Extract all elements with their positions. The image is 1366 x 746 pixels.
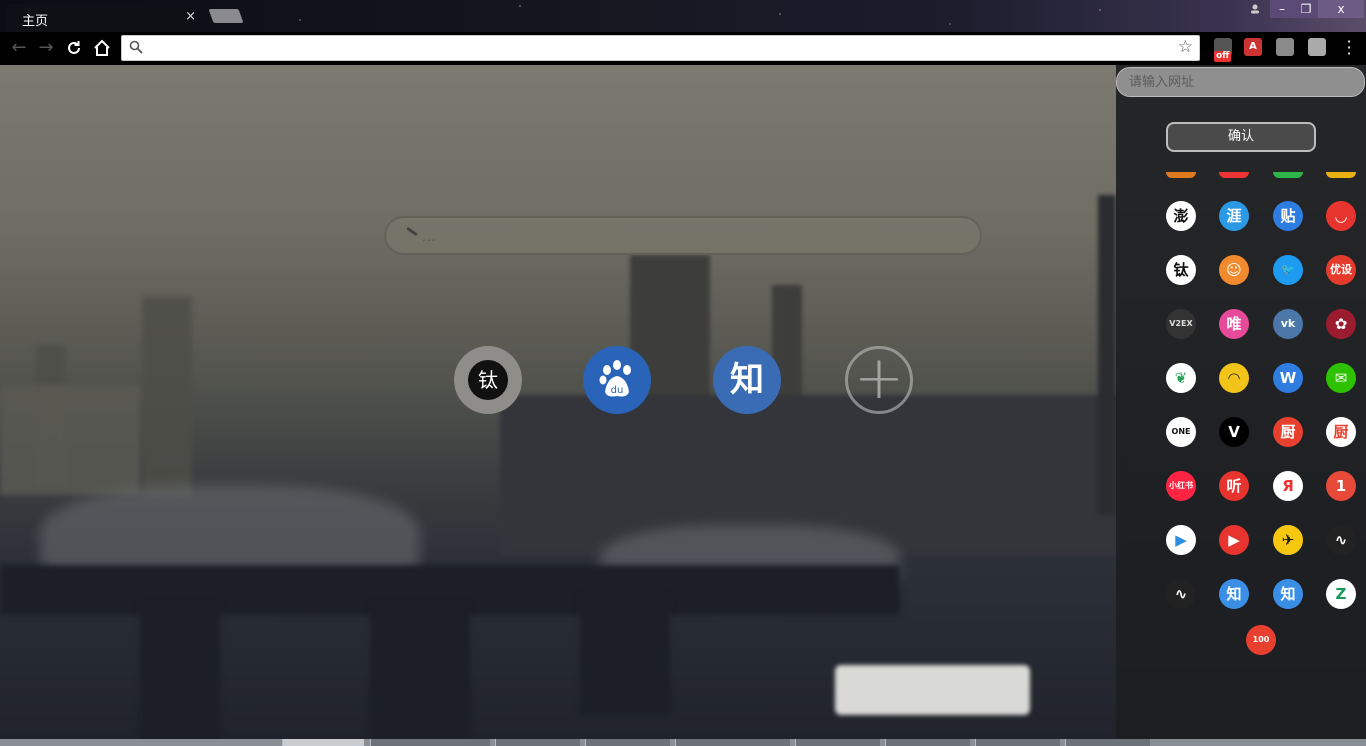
adblock-extension-icon[interactable]: off bbox=[1214, 38, 1232, 62]
app-icon-ya[interactable]: 涯 bbox=[1219, 201, 1249, 231]
taskbar-item[interactable] bbox=[795, 739, 880, 746]
shortcut-ti[interactable]: 钛 bbox=[454, 346, 522, 414]
background-building bbox=[142, 297, 192, 497]
app-icon-rocket[interactable]: ✈ bbox=[1273, 525, 1303, 555]
title-bar: 主页 × – ❐ x bbox=[0, 0, 1366, 32]
app-icon-doodle[interactable]: ✿ bbox=[1326, 309, 1356, 339]
app-icon-twitter[interactable]: 🐦 bbox=[1273, 255, 1303, 285]
app-icon-v-logo[interactable]: V bbox=[1219, 417, 1249, 447]
app-icon-xiachufang-2[interactable]: 厨 bbox=[1326, 417, 1356, 447]
browser-toolbar: ← → ☆ off A · · · bbox=[0, 32, 1366, 65]
taskbar-item[interactable] bbox=[370, 739, 490, 746]
app-icon-ting[interactable]: 听 bbox=[1219, 471, 1249, 501]
taskbar-item[interactable] bbox=[675, 739, 790, 746]
background-boat bbox=[835, 665, 1030, 715]
background-bridge-pier bbox=[140, 605, 220, 739]
taskbar-item[interactable] bbox=[495, 739, 580, 746]
app-icon-pulse-2[interactable]: ∿ bbox=[1166, 579, 1196, 609]
tab-title: 主页 bbox=[22, 14, 49, 29]
main-search-box[interactable]: ... bbox=[384, 216, 982, 255]
app-icon-play-blue[interactable]: ▶ bbox=[1166, 525, 1196, 555]
a-extension-icon[interactable]: A bbox=[1244, 38, 1262, 56]
pencil-icon bbox=[406, 226, 418, 237]
app-icon-orange-face[interactable]: ☺ bbox=[1219, 255, 1249, 285]
off-badge: off bbox=[1214, 51, 1232, 62]
app-icon-vk[interactable]: vk bbox=[1273, 309, 1303, 339]
app-icon-yandex[interactable]: Я bbox=[1273, 471, 1303, 501]
app-icon-z-logo[interactable]: Z bbox=[1326, 579, 1356, 609]
gray-extension-icon[interactable] bbox=[1308, 38, 1326, 56]
app-icon-vip[interactable]: 唯 bbox=[1219, 309, 1249, 339]
home-icon[interactable] bbox=[91, 37, 113, 59]
close-window-button[interactable]: x bbox=[1318, 0, 1364, 18]
app-icon-zhihu-2[interactable]: 知 bbox=[1273, 579, 1303, 609]
add-shortcut-button[interactable]: + bbox=[845, 346, 913, 414]
scrolled-icon-peek bbox=[1273, 172, 1303, 178]
new-tab-button[interactable] bbox=[208, 9, 244, 23]
app-icon-wu[interactable]: W bbox=[1273, 363, 1303, 393]
background-bridge-pier bbox=[370, 605, 470, 739]
taskbar-item[interactable] bbox=[975, 739, 1060, 746]
scrolled-icon-peek bbox=[1326, 172, 1356, 178]
back-icon[interactable]: ← bbox=[8, 37, 30, 59]
taskbar-item[interactable] bbox=[282, 739, 364, 746]
baidu-paw-icon: du bbox=[599, 360, 631, 397]
app-icon-mountain[interactable]: ◠ bbox=[1219, 363, 1249, 393]
reload-icon[interactable] bbox=[63, 37, 85, 59]
taskbar-item[interactable] bbox=[585, 739, 670, 746]
shortcut-zhihu[interactable]: 知 bbox=[713, 346, 781, 414]
quick-links-panel: 确认 澎涯贴◡钛☺🐦优设V2EX唯vk✿❦◠W✉ONEV厨厨小红书听Я1▶▶✈∿… bbox=[1116, 65, 1366, 739]
url-input[interactable] bbox=[1116, 67, 1365, 97]
background-bridge-pier bbox=[580, 595, 670, 715]
address-bar[interactable]: ☆ bbox=[121, 35, 1200, 61]
app-icon-zhihu-1[interactable]: 知 bbox=[1219, 579, 1249, 609]
shortcut-baidu[interactable]: du bbox=[583, 346, 651, 414]
app-icon-feather[interactable]: ❦ bbox=[1166, 363, 1196, 393]
app-icon-shop[interactable]: ◡ bbox=[1326, 201, 1356, 231]
menu-icon[interactable]: · · · bbox=[1342, 34, 1356, 62]
scrolled-icon-peek bbox=[1219, 172, 1249, 178]
taskbar-item[interactable] bbox=[885, 739, 970, 746]
user-icon[interactable] bbox=[1243, 0, 1267, 18]
maximize-button[interactable]: ❐ bbox=[1294, 0, 1318, 18]
app-icon-tieba[interactable]: 贴 bbox=[1273, 201, 1303, 231]
os-taskbar bbox=[0, 739, 1366, 746]
ti-cat-icon: 钛 bbox=[468, 360, 508, 400]
background-clock-tower bbox=[1098, 195, 1116, 515]
app-icon-ti-cat[interactable]: 钛 bbox=[1166, 255, 1196, 285]
app-icon-xiachufang[interactable]: 厨 bbox=[1273, 417, 1303, 447]
background-building bbox=[0, 385, 140, 495]
app-icon-one[interactable]: ONE bbox=[1166, 417, 1196, 447]
tab-home[interactable]: 主页 × bbox=[6, 4, 204, 32]
app-icon-youtube[interactable]: ▶ bbox=[1219, 525, 1249, 555]
app-icon-wechat[interactable]: ✉ bbox=[1326, 363, 1356, 393]
app-icon-v2ex[interactable]: V2EX bbox=[1166, 309, 1196, 339]
app-icon-youshe[interactable]: 优设 bbox=[1326, 255, 1356, 285]
app-icon-pengpai[interactable]: 澎 bbox=[1166, 201, 1196, 231]
app-icon-one-red[interactable]: 1 bbox=[1326, 471, 1356, 501]
tab-close-icon[interactable]: × bbox=[185, 9, 196, 24]
minimize-button[interactable]: – bbox=[1270, 0, 1294, 18]
app-icon-hundred[interactable]: 100 bbox=[1246, 625, 1276, 655]
baidu-label: du bbox=[611, 385, 624, 396]
scrolled-icon-peek bbox=[1166, 172, 1196, 178]
forward-icon[interactable]: → bbox=[35, 37, 57, 59]
taskbar-item[interactable] bbox=[1065, 739, 1150, 746]
confirm-button[interactable]: 确认 bbox=[1166, 122, 1316, 152]
monitor-extension-icon[interactable] bbox=[1276, 38, 1294, 56]
app-icon-xiaohongshu[interactable]: 小红书 bbox=[1166, 471, 1196, 501]
bookmark-star-icon[interactable]: ☆ bbox=[1178, 37, 1193, 57]
search-icon bbox=[129, 40, 143, 54]
search-placeholder: ... bbox=[422, 230, 437, 244]
app-icon-pulse[interactable]: ∿ bbox=[1326, 525, 1356, 555]
